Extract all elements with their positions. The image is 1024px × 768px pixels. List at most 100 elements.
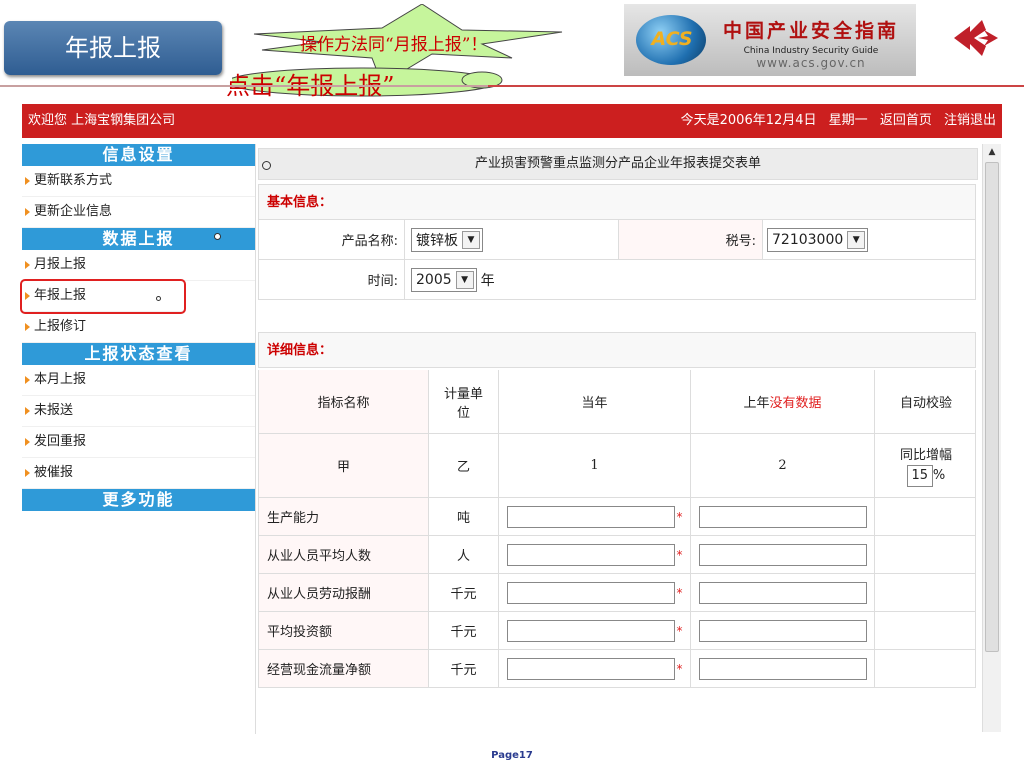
weekday-text: 星期一 <box>828 113 868 128</box>
table-row: 生产能力 吨 * <box>258 498 976 536</box>
previous-value-input[interactable] <box>698 505 867 528</box>
header-previous-year-label: 上年 <box>743 396 770 411</box>
current-value-cell: * <box>499 612 691 649</box>
previous-value-cell <box>691 536 875 573</box>
product-select-cell: 镀锌板 ▼ <box>405 220 619 259</box>
sidebar-group-more-functions[interactable]: 更多功能 <box>22 489 255 511</box>
current-value-input[interactable] <box>506 581 675 604</box>
acs-logo-banner: ACS 中国产业安全指南 China Industry Security Gui… <box>624 4 916 76</box>
required-mark: * <box>676 547 683 562</box>
home-link[interactable]: 返回首页 <box>880 113 932 128</box>
header-current-year: 当年 <box>499 370 691 433</box>
previous-value-cell <box>691 650 875 687</box>
time-row: 时间: 2005 ▼ 年 <box>258 260 976 300</box>
basic-info-header: 基本信息： <box>258 184 976 220</box>
previous-value-input[interactable] <box>698 581 867 604</box>
current-value-input[interactable] <box>506 619 675 642</box>
marker-dot-icon <box>156 296 161 301</box>
indicator-unit: 人 <box>429 536 499 573</box>
date-text: 今天是2006年12月4日 <box>680 113 817 128</box>
indicator-unit: 千元 <box>429 574 499 611</box>
tax-select-value: 72103000 <box>772 231 844 248</box>
required-mark: * <box>676 509 683 524</box>
product-name-label: 产品名称: <box>259 220 405 259</box>
indicator-unit: 吨 <box>429 498 499 535</box>
scroll-up-arrow-icon[interactable]: ▲ <box>983 144 1001 160</box>
growth-rate-input[interactable]: 15 <box>906 465 933 487</box>
detail-info-header: 详细信息： <box>258 332 976 368</box>
page-number: Page17 <box>491 750 533 761</box>
tax-label: 税号: <box>619 220 763 259</box>
chevron-down-icon: ▼ <box>462 230 480 249</box>
indicator-unit: 千元 <box>429 650 499 687</box>
time-label: 时间: <box>259 260 405 299</box>
table-index-row: 甲 乙 1 2 同比增幅 15% <box>258 434 976 498</box>
circle-icon <box>262 161 271 170</box>
required-mark: * <box>676 661 683 676</box>
logout-link[interactable]: 注销退出 <box>944 113 996 128</box>
table-row: 经营现金流量净额 千元 * <box>258 650 976 688</box>
required-mark: * <box>676 623 683 638</box>
percent-unit: % <box>932 468 946 483</box>
header-indicator-name: 指标名称 <box>259 370 429 433</box>
scrollbar-thumb[interactable] <box>985 162 999 652</box>
check-cell <box>875 650 977 687</box>
product-select-value: 镀锌板 <box>416 232 458 249</box>
logo-en-title: China Industry Security Guide <box>743 46 879 56</box>
tax-select-cell: 72103000 ▼ <box>763 220 977 259</box>
chevron-down-icon: ▼ <box>847 230 866 249</box>
growth-label: 同比增幅 <box>899 448 952 463</box>
sidebar-item-monthly-report[interactable]: 月报上报 <box>22 250 255 281</box>
current-value-input[interactable] <box>506 543 675 566</box>
sidebar-item-returned[interactable]: 发回重报 <box>22 427 255 458</box>
current-value-cell: * <box>499 574 691 611</box>
current-value-cell: * <box>499 650 691 687</box>
previous-value-cell <box>691 612 875 649</box>
sidebar: 信息设置 更新联系方式 更新企业信息 数据上报 月报上报 年报上报 上报修订 上… <box>20 144 256 734</box>
logo-url: www.acs.gov.cn <box>756 56 866 70</box>
check-cell <box>875 536 977 573</box>
sidebar-item-report-revision[interactable]: 上报修订 <box>22 312 255 343</box>
sidebar-item-update-contact[interactable]: 更新联系方式 <box>22 166 255 197</box>
current-value-input[interactable] <box>506 505 675 528</box>
sidebar-group-data-report: 数据上报 <box>22 228 255 250</box>
indicator-name: 经营现金流量净额 <box>259 650 429 687</box>
previous-value-input[interactable] <box>698 657 867 680</box>
product-select[interactable]: 镀锌板 ▼ <box>411 227 483 252</box>
index-check-cell: 同比增幅 15% <box>875 434 977 497</box>
corner-emblem-icon <box>954 20 998 56</box>
index-name: 甲 <box>259 434 429 497</box>
check-cell <box>875 574 977 611</box>
check-cell <box>875 498 977 535</box>
table-row: 平均投资额 千元 * <box>258 612 976 650</box>
indicator-unit: 千元 <box>429 612 499 649</box>
previous-value-cell <box>691 574 875 611</box>
previous-value-input[interactable] <box>698 619 867 642</box>
header-previous-year: 上年 没有数据 <box>691 370 875 433</box>
chevron-down-icon: ▼ <box>455 270 474 289</box>
product-row: 产品名称: 镀锌板 ▼ 税号: 72103000 ▼ <box>258 220 976 260</box>
callout-bottom-text: 点击“年报上报” <box>226 72 395 100</box>
sidebar-item-reminded[interactable]: 被催报 <box>22 458 255 489</box>
index-current: 1 <box>499 434 691 497</box>
current-value-input[interactable] <box>506 657 675 680</box>
year-select[interactable]: 2005 ▼ <box>411 267 477 292</box>
tax-select[interactable]: 72103000 ▼ <box>767 227 869 252</box>
header-unit: 计量单位 <box>429 370 499 433</box>
indicator-name: 生产能力 <box>259 498 429 535</box>
header-divider-accent <box>488 85 1024 87</box>
header-auto-check: 自动校验 <box>899 396 952 411</box>
current-value-cell: * <box>499 498 691 535</box>
welcome-text: 欢迎您 上海宝钢集团公司 <box>28 113 176 128</box>
previous-value-cell <box>691 498 875 535</box>
indicator-name: 平均投资额 <box>259 612 429 649</box>
sidebar-item-update-company[interactable]: 更新企业信息 <box>22 197 255 228</box>
current-value-cell: * <box>499 536 691 573</box>
main-form: 产业损害预警重点监测分产品企业年报表提交表单 基本信息： 产品名称: 镀锌板 ▼… <box>258 144 980 734</box>
sidebar-item-not-submitted[interactable]: 未报送 <box>22 396 255 427</box>
sidebar-item-this-month[interactable]: 本月上报 <box>22 365 255 396</box>
no-data-note: 没有数据 <box>769 396 822 411</box>
callout-top-text: 操作方法同“月报上报”！ <box>300 35 488 55</box>
vertical-scrollbar[interactable]: ▲ <box>982 144 1001 732</box>
previous-value-input[interactable] <box>698 543 867 566</box>
